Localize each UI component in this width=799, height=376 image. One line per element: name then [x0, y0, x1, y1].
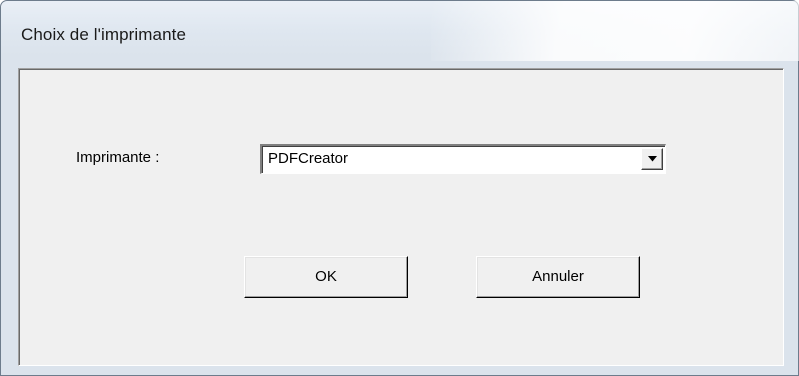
dialog-client-area — [18, 68, 784, 366]
chevron-down-icon — [648, 156, 657, 162]
cancel-button[interactable]: Annuler — [476, 256, 640, 298]
printer-select[interactable]: PDFCreator — [260, 144, 666, 174]
title-bar-glare — [431, 1, 799, 61]
ok-button[interactable]: OK — [244, 256, 408, 298]
printer-select-value: PDFCreator — [268, 150, 349, 167]
window-title: Choix de l'imprimante — [21, 25, 187, 44]
printer-select-dropdown-button[interactable] — [641, 148, 663, 170]
printer-label: Imprimante : — [76, 149, 160, 166]
